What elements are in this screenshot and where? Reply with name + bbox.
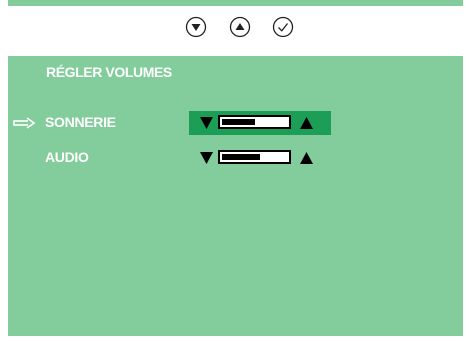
checkmark-icon — [272, 16, 294, 38]
navigation-bar — [0, 14, 469, 44]
volume-up-icon[interactable] — [300, 117, 313, 129]
panel-title: RÉGLER VOLUMES — [46, 64, 172, 80]
selection-arrow-icon — [13, 117, 36, 129]
volume-control — [189, 111, 331, 135]
volume-bar-fill — [222, 154, 260, 160]
volume-settings-panel: RÉGLER VOLUMES SONNERIE AUDIO — [8, 56, 463, 336]
top-strip — [8, 0, 463, 6]
volume-control — [189, 146, 331, 170]
volume-down-icon[interactable] — [200, 117, 213, 129]
up-button[interactable] — [229, 16, 251, 38]
volume-bar[interactable] — [218, 150, 291, 164]
row-label: AUDIO — [45, 149, 89, 165]
row-sonnerie[interactable]: SONNERIE — [8, 111, 463, 135]
volume-bar-fill — [222, 119, 255, 125]
row-audio[interactable]: AUDIO — [8, 146, 463, 170]
row-label: SONNERIE — [45, 114, 116, 130]
down-button[interactable] — [185, 16, 207, 38]
confirm-button[interactable] — [272, 16, 294, 38]
down-arrow-icon — [185, 16, 207, 38]
volume-up-icon[interactable] — [300, 152, 313, 164]
volume-bar[interactable] — [218, 115, 291, 129]
volume-down-icon[interactable] — [200, 152, 213, 164]
up-arrow-icon — [229, 16, 251, 38]
